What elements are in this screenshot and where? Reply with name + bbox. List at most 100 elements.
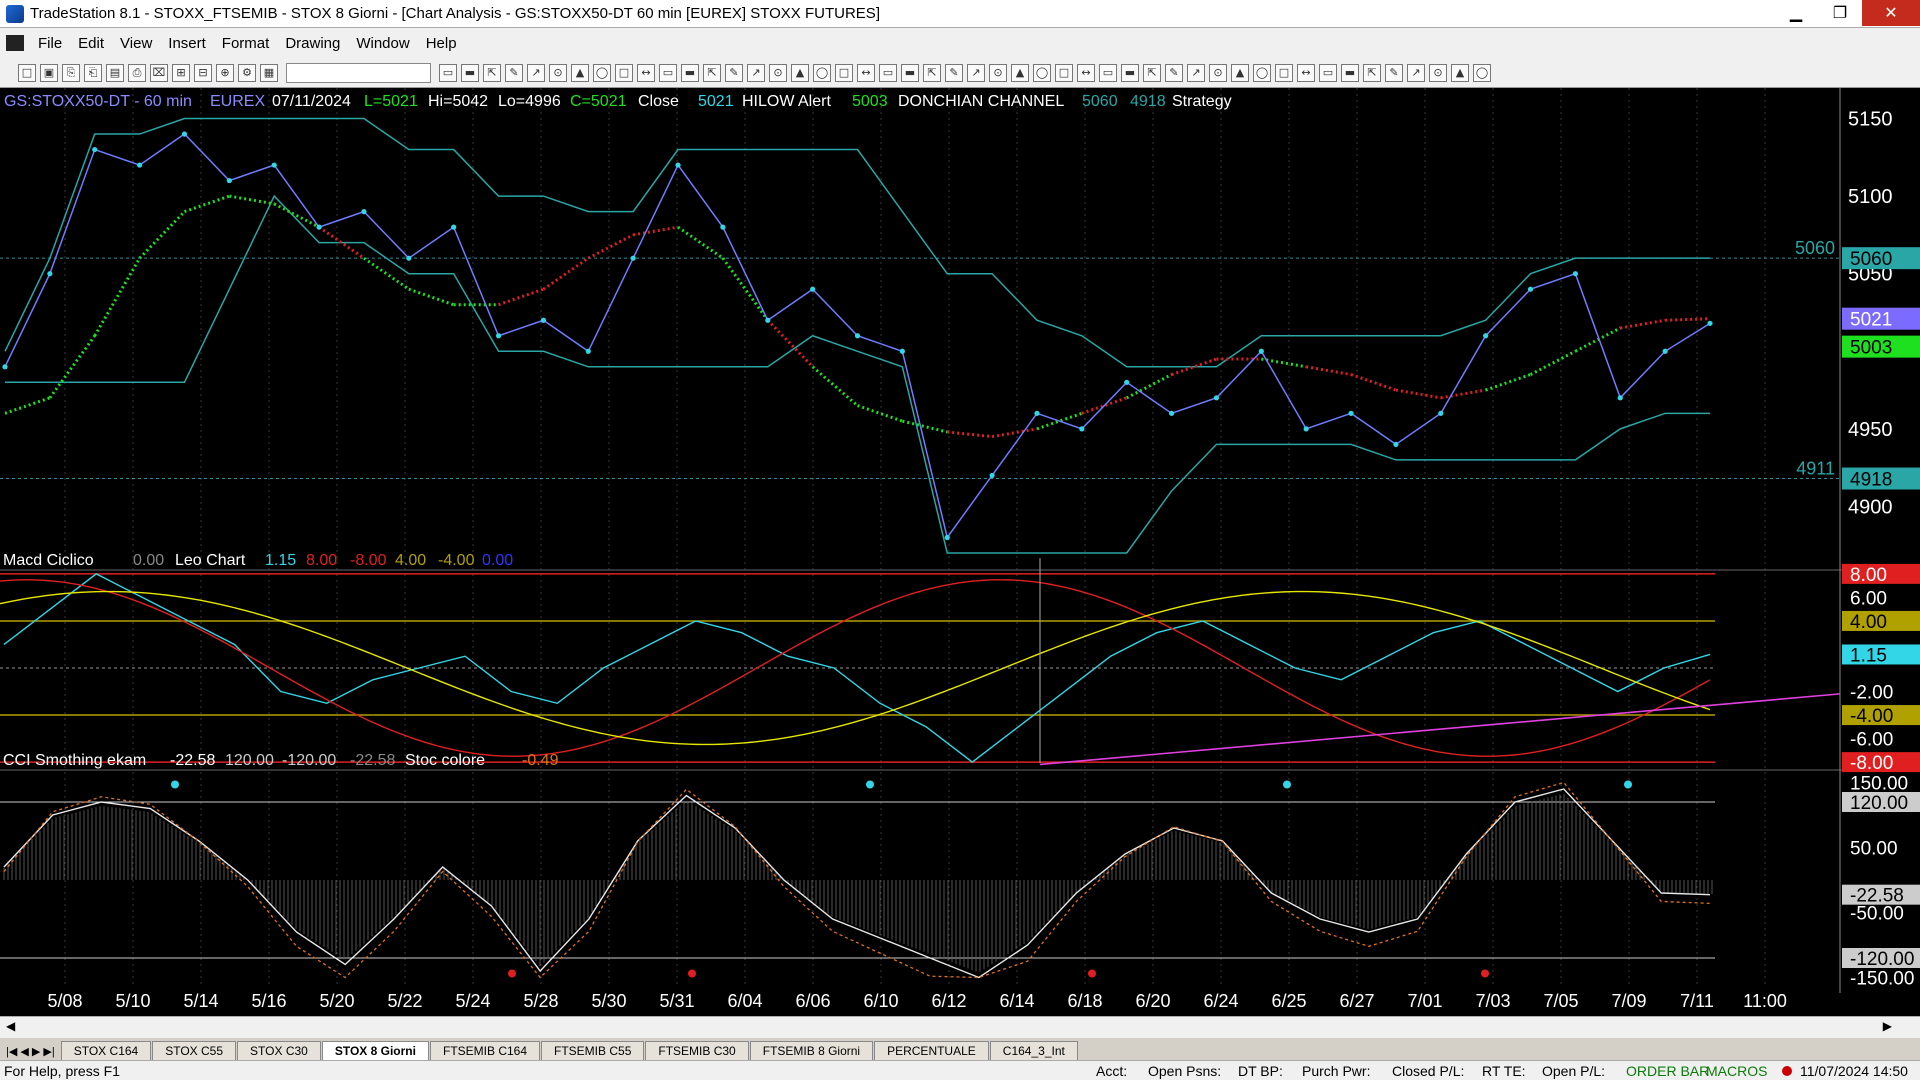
toolbar-button-icon[interactable]: ▦ [260, 63, 278, 82]
close-button[interactable]: ✕ [1862, 0, 1920, 26]
drawing-tool-icon[interactable]: ▭ [1319, 63, 1337, 82]
drawing-tool-icon[interactable]: ⇱ [1143, 63, 1161, 82]
drawing-tool-icon[interactable]: ⇱ [1363, 63, 1381, 82]
drawing-tool-icon[interactable]: ◯ [1033, 63, 1051, 82]
drawing-tool-icon[interactable]: ▭ [439, 63, 457, 82]
drawing-tool-icon[interactable]: ▲ [1451, 63, 1469, 82]
toolbar-button-icon[interactable]: ⎗ [84, 63, 102, 82]
symbol-select[interactable] [286, 62, 431, 83]
drawing-tool-icon[interactable]: ↗ [1407, 63, 1425, 82]
toolbar-button-icon[interactable]: ⎘ [62, 63, 80, 82]
toolbar-button-icon[interactable]: ⎙ [128, 63, 146, 82]
toolbar-button-icon[interactable]: ⚙ [238, 63, 256, 82]
tab-percentuale[interactable]: PERCENTUALE [874, 1041, 989, 1060]
tab-ftsemib-c164[interactable]: FTSEMIB C164 [429, 1041, 541, 1060]
toolbar-button-icon[interactable]: ▣ [40, 63, 58, 82]
drawing-tool-icon[interactable]: ⊙ [1429, 63, 1447, 82]
drawing-tool-icon[interactable]: ↗ [527, 63, 545, 82]
drawing-tool-icon[interactable]: ▬ [461, 63, 479, 82]
drawing-tool-icon[interactable]: ⊙ [769, 63, 787, 82]
drawing-tool-icon[interactable]: ↗ [747, 63, 765, 82]
drawing-tool-icon[interactable]: ▭ [1099, 63, 1117, 82]
tab-ftsemib-c30[interactable]: FTSEMIB C30 [645, 1041, 749, 1060]
status-rt-te: RT TE: [1482, 1062, 1526, 1079]
scroll-right-icon[interactable]: ▶ [1883, 1019, 1892, 1033]
toolbar-button-icon[interactable]: ⌧ [150, 63, 168, 82]
menu-drawing[interactable]: Drawing [277, 35, 348, 52]
drawing-tool-icon[interactable]: ▬ [901, 63, 919, 82]
drawing-tool-icon[interactable]: ✎ [505, 63, 523, 82]
left-label-4911: 4911 [1796, 459, 1835, 479]
drawing-tool-icon[interactable]: ↔ [1297, 63, 1315, 82]
price-header-text: GS:STOXX50-DT - 60 min [4, 93, 192, 110]
toolbar-button-icon[interactable]: ⊕ [216, 63, 234, 82]
toolbar-button-icon[interactable]: ⊞ [172, 63, 190, 82]
macd-header-text: 0.00 [133, 552, 164, 569]
menu-window[interactable]: Window [348, 35, 417, 52]
drawing-tool-icon[interactable]: ⇱ [483, 63, 501, 82]
drawing-tool-icon[interactable]: ⊙ [549, 63, 567, 82]
minimize-button[interactable]: ▁ [1774, 0, 1818, 26]
drawing-tool-icon[interactable]: ▭ [879, 63, 897, 82]
cci-bottom-dot [1481, 969, 1489, 978]
horizontal-scrollbar[interactable]: ◀ ▶ [0, 1016, 1920, 1038]
drawing-tool-icon[interactable]: ⇱ [703, 63, 721, 82]
drawing-tool-icon[interactable]: ▬ [681, 63, 699, 82]
toolbar-button-icon[interactable]: ⊟ [194, 63, 212, 82]
status-order-bar[interactable]: ORDER BAR [1626, 1063, 1709, 1079]
drawing-tool-icon[interactable]: ✎ [1385, 63, 1403, 82]
drawing-tool-icon[interactable]: ▬ [1341, 63, 1359, 82]
drawing-tool-icon[interactable]: ▲ [1011, 63, 1029, 82]
chart-window[interactable]: 5/08 5/10 5/14 5/16 5/20 5/22 5/24 5/28 5/30 5/31… [0, 88, 1920, 1016]
tab-stox-c164[interactable]: STOX C164 [60, 1041, 152, 1060]
drawing-tool-icon[interactable]: ▲ [1231, 63, 1249, 82]
menu-help[interactable]: Help [418, 35, 465, 52]
toolbar-button-icon[interactable]: ▤ [106, 63, 124, 82]
x-tick-label: 5/10 [115, 991, 150, 1011]
drawing-tool-icon[interactable]: ▲ [571, 63, 589, 82]
menu-view[interactable]: View [112, 35, 160, 52]
drawing-tool-icon[interactable]: □ [1055, 63, 1073, 82]
menu-edit[interactable]: Edit [70, 35, 112, 52]
drawing-tool-icon[interactable]: ✎ [945, 63, 963, 82]
drawing-tool-icon[interactable]: ▬ [1121, 63, 1139, 82]
tab-stox-c55[interactable]: STOX C55 [152, 1041, 237, 1060]
drawing-tool-icon[interactable]: ✎ [725, 63, 743, 82]
macd-header-text: 4.00 [395, 552, 426, 569]
drawing-tool-icon[interactable]: ◯ [1253, 63, 1271, 82]
status-macros[interactable]: MACROS [1706, 1063, 1767, 1079]
drawing-tool-icon[interactable]: ⊙ [989, 63, 1007, 82]
drawing-tool-icon[interactable]: ⊙ [1209, 63, 1227, 82]
tab-stox-c30[interactable]: STOX C30 [237, 1041, 321, 1060]
tab-ftsemib-8-giorni[interactable]: FTSEMIB 8 Giorni [749, 1041, 874, 1060]
tab-c164_3_int[interactable]: C164_3_Int [989, 1041, 1078, 1060]
drawing-tool-icon[interactable]: ⇱ [923, 63, 941, 82]
menu-format[interactable]: Format [214, 35, 278, 52]
drawing-tool-icon[interactable]: ◯ [593, 63, 611, 82]
menu-file[interactable]: File [30, 35, 70, 52]
drawing-tool-icon[interactable]: ▲ [791, 63, 809, 82]
drawing-tool-icon[interactable]: ✎ [1165, 63, 1183, 82]
drawing-tool-icon[interactable]: ◯ [813, 63, 831, 82]
drawing-tool-icon[interactable]: ↔ [857, 63, 875, 82]
drawing-tool-icon[interactable]: □ [1275, 63, 1293, 82]
drawing-tool-icon[interactable]: ↗ [1187, 63, 1205, 82]
drawing-tool-icon[interactable]: ↔ [1077, 63, 1095, 82]
tab-ftsemib-c55[interactable]: FTSEMIB C55 [541, 1041, 645, 1060]
scroll-left-icon[interactable]: ◀ [6, 1019, 15, 1033]
chart-svg[interactable]: 5/08 5/10 5/14 5/16 5/20 5/22 5/24 5/28 5/30 5/31… [0, 88, 1920, 1016]
drawing-tool-icon[interactable]: ↔ [637, 63, 655, 82]
menu-insert[interactable]: Insert [160, 35, 214, 52]
drawing-tool-icon[interactable]: ◯ [1473, 63, 1491, 82]
drawing-tool-icon[interactable]: ▭ [659, 63, 677, 82]
tab-stox-8-giorni[interactable]: STOX 8 Giorni [321, 1041, 429, 1060]
toolbar-button-icon[interactable]: □ [18, 63, 36, 82]
price-point [765, 317, 771, 323]
macd-header-text: Leo Chart [175, 552, 246, 569]
tab-nav-icon[interactable]: |◀ ◀ ▶ ▶| [0, 1043, 61, 1060]
drawing-tool-icon[interactable]: ↗ [967, 63, 985, 82]
drawing-tool-icon[interactable]: □ [835, 63, 853, 82]
drawing-tool-icon[interactable]: □ [615, 63, 633, 82]
cci-top-dot [171, 780, 179, 789]
maximize-button[interactable]: ❐ [1818, 0, 1862, 26]
